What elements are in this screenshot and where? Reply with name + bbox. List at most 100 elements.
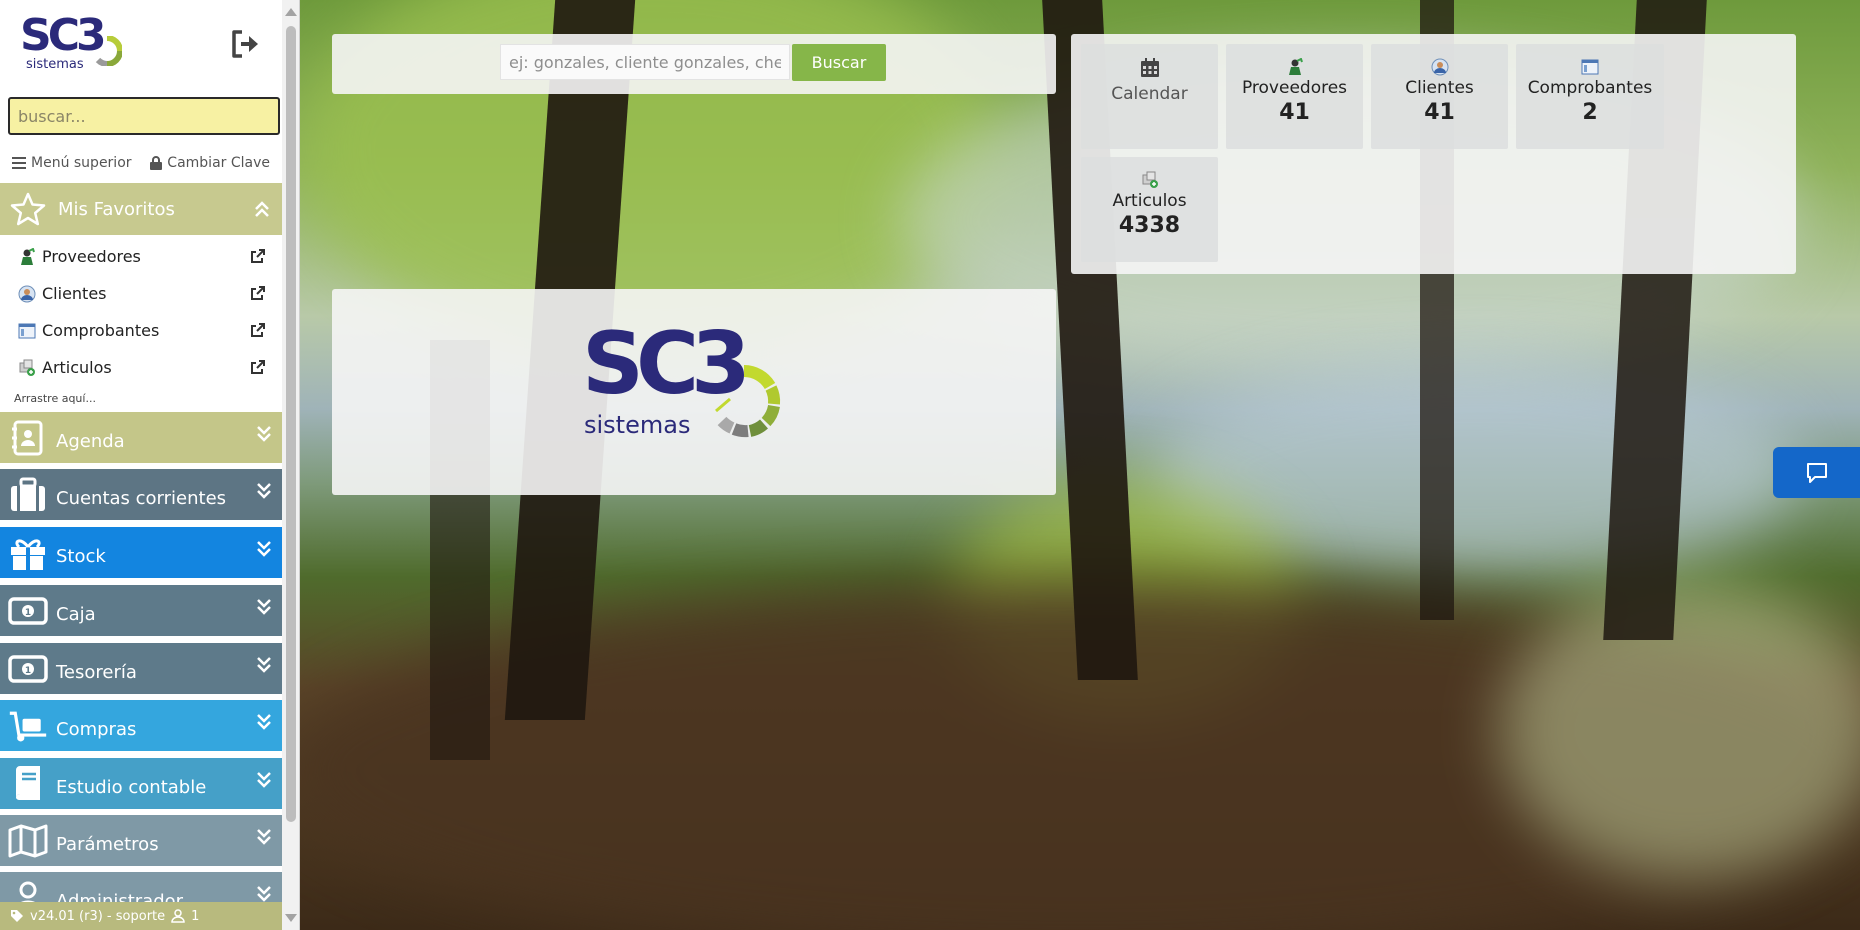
sidebar-search-field[interactable]	[8, 97, 280, 135]
favorite-item-clientes[interactable]: Clientes	[0, 275, 282, 312]
chevron-double-down-icon	[257, 657, 271, 673]
menu-cuentas-corrientes[interactable]: Cuentas corrientes	[0, 469, 282, 520]
tile-count: 41	[1424, 100, 1455, 125]
tile-count: 4338	[1118, 213, 1181, 238]
menu-label: Agenda	[56, 431, 125, 452]
menu-label: Tesorería	[56, 662, 137, 683]
tile-count: 2	[1582, 100, 1598, 125]
menu-estudio-contable[interactable]: Estudio contable	[0, 758, 282, 809]
chevron-double-down-icon	[257, 714, 271, 730]
menu-label: Stock	[56, 546, 106, 567]
app-logo[interactable]: SC3 sistemas	[20, 14, 122, 74]
chat-icon	[1806, 462, 1827, 483]
contacts-book-icon	[8, 418, 48, 458]
favorite-item-proveedores[interactable]: Proveedores	[0, 238, 282, 275]
top-menu-label: Menú superior	[31, 155, 132, 171]
shortcut-tiles-panel: Calendar Proveedores 41 Clientes 41 Comp…	[1071, 34, 1796, 274]
global-search-panel: Buscar	[332, 34, 1056, 94]
tile-label: Proveedores	[1241, 78, 1348, 98]
menu-label: Compras	[56, 719, 137, 740]
drag-hint: Arrastre aquí...	[14, 392, 96, 405]
brand-logo-panel: SC3 sistemas	[332, 289, 1056, 495]
chevron-double-down-icon	[257, 599, 271, 615]
chevron-double-up-icon	[255, 201, 269, 217]
external-link-icon[interactable]	[250, 359, 266, 375]
favorite-label: Articulos	[42, 358, 112, 377]
hamburger-icon	[12, 157, 26, 169]
brand-logo: SC3 sistemas	[582, 325, 781, 439]
global-search-input[interactable]	[500, 44, 790, 80]
menu-caja[interactable]: 1 Caja	[0, 585, 282, 636]
scroll-up-icon[interactable]	[285, 8, 297, 16]
articles-icon	[18, 359, 36, 377]
favorite-item-articulos[interactable]: Articulos	[0, 349, 282, 386]
favorites-header[interactable]: Mis Favoritos	[0, 183, 282, 235]
brand-logo-text: SC3	[582, 325, 744, 414]
favorite-label: Clientes	[42, 284, 107, 303]
voucher-icon	[1581, 59, 1599, 75]
sidebar-search-input[interactable]	[10, 99, 278, 133]
money-icon: 1	[8, 649, 48, 689]
version-text: v24.01 (r3) - soporte	[30, 908, 166, 924]
chevron-double-down-icon	[257, 483, 271, 499]
chevron-double-down-icon	[257, 541, 271, 557]
scroll-down-icon[interactable]	[285, 914, 297, 922]
supplier-icon	[1288, 58, 1303, 75]
menu-tesoreria[interactable]: 1 Tesorería	[0, 643, 282, 694]
money-icon: 1	[8, 591, 48, 631]
tile-calendar[interactable]: Calendar	[1081, 44, 1218, 149]
logo-ring-icon	[95, 36, 122, 66]
gift-icon	[8, 533, 48, 573]
menu-label: Cuentas corrientes	[56, 488, 227, 509]
external-link-icon[interactable]	[250, 248, 266, 264]
change-password-link[interactable]: Cambiar Clave	[150, 150, 270, 176]
search-button[interactable]: Buscar	[792, 44, 886, 81]
menu-compras[interactable]: Compras	[0, 700, 282, 751]
tile-label: Clientes	[1405, 78, 1474, 98]
favorites-title: Mis Favoritos	[58, 198, 175, 220]
tile-proveedores[interactable]: Proveedores 41	[1226, 44, 1363, 149]
external-link-icon[interactable]	[250, 285, 266, 301]
sidebar-links: Menú superior Cambiar Clave	[0, 150, 282, 176]
menu-stock[interactable]: Stock	[0, 527, 282, 578]
favorite-label: Proveedores	[42, 247, 141, 266]
logout-icon	[232, 30, 258, 58]
star-icon	[10, 192, 46, 226]
menu-agenda[interactable]: Agenda	[0, 412, 282, 463]
articles-icon	[1142, 171, 1158, 188]
svg-text:1: 1	[25, 608, 31, 618]
favorites-list: Proveedores Clientes Comprobantes Articu…	[0, 238, 282, 386]
top-menu-link[interactable]: Menú superior	[12, 150, 132, 176]
external-link-icon[interactable]	[250, 322, 266, 338]
tile-comprobantes[interactable]: Comprobantes 2	[1516, 44, 1664, 149]
user-outline-icon	[171, 909, 185, 923]
menu-parametros[interactable]: Parámetros	[0, 815, 282, 866]
tile-label: Comprobantes	[1527, 78, 1653, 98]
tile-count: 41	[1279, 100, 1310, 125]
chevron-double-down-icon	[257, 886, 271, 902]
chevron-double-down-icon	[257, 829, 271, 845]
calendar-icon	[1140, 58, 1159, 77]
tile-clientes[interactable]: Clientes 41	[1371, 44, 1508, 149]
change-password-label: Cambiar Clave	[167, 155, 270, 171]
dolly-icon	[8, 706, 48, 746]
sidebar: SC3 sistemas Menú superior	[0, 0, 300, 930]
logout-button[interactable]	[228, 26, 264, 62]
supplier-icon	[18, 247, 36, 266]
brand-logo-subtext: sistemas	[584, 411, 690, 439]
client-icon	[1431, 58, 1448, 76]
map-icon	[8, 821, 48, 861]
menu-label: Caja	[56, 604, 96, 625]
tile-articulos[interactable]: Articulos 4338	[1081, 157, 1218, 262]
chevron-double-down-icon	[257, 426, 271, 442]
favorite-item-comprobantes[interactable]: Comprobantes	[0, 312, 282, 349]
scrollbar-thumb[interactable]	[286, 26, 296, 822]
book-icon	[8, 764, 48, 804]
sidebar-scrollbar[interactable]	[282, 0, 299, 930]
voucher-icon	[18, 322, 36, 340]
lock-icon	[150, 156, 163, 170]
client-icon	[18, 285, 36, 303]
tile-label: Articulos	[1112, 191, 1187, 211]
briefcase-icon	[8, 475, 48, 515]
chat-button[interactable]	[1773, 447, 1860, 498]
